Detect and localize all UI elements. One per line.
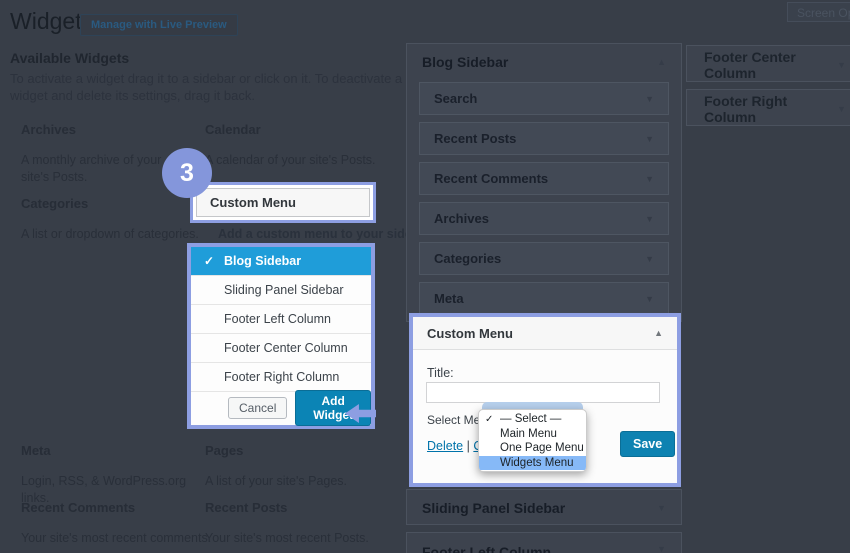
chooser-option-footer-center-column[interactable]: Footer Center Column — [191, 334, 371, 363]
collapse-icon[interactable]: ▲ — [657, 57, 666, 67]
step-3-badge: 3 — [162, 148, 212, 198]
widget-card-meta[interactable]: Meta — [21, 443, 51, 458]
widget-card-custom-menu-description: Add a custom menu to your sidebar. — [218, 227, 434, 241]
widget-card-calendar-description: A calendar of your site's Posts. — [205, 152, 385, 169]
chooser-option-label: Footer Center Column — [224, 341, 348, 355]
expand-icon[interactable]: ▼ — [645, 174, 654, 184]
chooser-option-blog-sidebar[interactable]: ✓ Blog Sidebar — [191, 247, 371, 276]
step-number: 3 — [180, 159, 194, 188]
footer-left-column-header[interactable]: Footer Left Column ▼ — [407, 533, 681, 553]
chooser-option-label: Footer Right Column — [224, 370, 339, 384]
check-icon: ✓ — [204, 254, 224, 268]
dropdown-option-label: One Page Menu — [500, 442, 584, 454]
footer-center-column-header[interactable]: Footer Center Column ▼ — [687, 46, 850, 83]
expand-icon[interactable]: ▼ — [837, 60, 846, 70]
widget-row-title: Categories — [434, 251, 501, 266]
widget-row-title: Recent Posts — [434, 131, 516, 146]
widget-card-archives-description: A monthly archive of your site's Posts. — [21, 152, 181, 186]
widget-row-categories[interactable]: Categories ▼ — [419, 242, 669, 275]
chooser-option-label: Blog Sidebar — [224, 254, 301, 268]
chooser-option-label: Footer Left Column — [224, 312, 331, 326]
dropdown-option-label: — Select — — [500, 413, 561, 425]
save-button[interactable]: Save — [620, 431, 675, 457]
sidebar-chooser: ✓ Blog Sidebar Sliding Panel Sidebar Foo… — [187, 243, 375, 429]
widget-card-recent-comments[interactable]: Recent Comments — [21, 500, 135, 515]
blog-sidebar-panel-header[interactable]: Blog Sidebar ▲ — [407, 44, 681, 79]
add-widget-button[interactable]: Add Widget — [295, 390, 371, 426]
manage-live-preview-button[interactable]: Manage with Live Preview — [80, 14, 238, 36]
link-separator: | — [463, 439, 473, 453]
widget-row-title: Recent Comments — [434, 171, 548, 186]
blog-sidebar-panel: Blog Sidebar ▲ Search ▼ Recent Posts ▼ R… — [406, 43, 682, 322]
collapse-icon[interactable]: ▲ — [654, 328, 663, 338]
custom-menu-panel-header[interactable]: Custom Menu ▲ — [413, 317, 677, 350]
footer-left-column-title: Footer Left Column — [422, 544, 551, 553]
expand-icon[interactable]: ▼ — [645, 214, 654, 224]
widget-row-recent-comments[interactable]: Recent Comments ▼ — [419, 162, 669, 195]
widget-row-title: Search — [434, 91, 477, 106]
dropdown-option-widgets-menu[interactable]: Widgets Menu — [479, 456, 586, 471]
widget-card-recent-comments-description: Your site's most recent comments. — [21, 530, 216, 547]
widget-card-calendar[interactable]: Calendar — [205, 122, 261, 137]
sliding-panel-sidebar-title: Sliding Panel Sidebar — [422, 500, 565, 516]
widget-card-pages-description: A list of your site's Pages. — [205, 473, 390, 490]
widget-card-custom-menu[interactable]: Custom Menu — [190, 182, 376, 223]
screen-options-tab[interactable]: Screen Options — [787, 2, 850, 22]
dropdown-option-main-menu[interactable]: Main Menu — [479, 427, 586, 442]
widget-card-categories[interactable]: Categories — [21, 196, 88, 211]
expand-icon[interactable]: ▼ — [645, 294, 654, 304]
check-icon: ✓ — [485, 414, 500, 425]
sliding-panel-sidebar-header[interactable]: Sliding Panel Sidebar ▼ — [407, 490, 681, 525]
widget-row-recent-posts[interactable]: Recent Posts ▼ — [419, 122, 669, 155]
chooser-option-sliding-panel-sidebar[interactable]: Sliding Panel Sidebar — [191, 276, 371, 305]
widget-card-categories-description: A list or dropdown of categories. — [21, 226, 201, 243]
expand-icon[interactable]: ▼ — [837, 104, 846, 114]
dropdown-option-one-page-menu[interactable]: One Page Menu — [479, 441, 586, 456]
footer-right-column-header[interactable]: Footer Right Column ▼ — [687, 90, 850, 127]
footer-right-column-title: Footer Right Column — [704, 93, 837, 125]
expand-icon[interactable]: ▼ — [657, 544, 666, 553]
footer-left-column-panel: Footer Left Column ▼ — [406, 532, 682, 553]
chooser-option-footer-left-column[interactable]: Footer Left Column — [191, 305, 371, 334]
widget-card-recent-posts[interactable]: Recent Posts — [205, 500, 287, 515]
widget-row-search[interactable]: Search ▼ — [419, 82, 669, 115]
available-widgets-heading: Available Widgets — [10, 50, 129, 66]
chooser-option-footer-right-column[interactable]: Footer Right Column — [191, 363, 371, 392]
widget-row-title: Meta — [434, 291, 464, 306]
title-field-label: Title: — [427, 366, 454, 380]
dropdown-option-label: Widgets Menu — [500, 457, 574, 469]
widget-card-custom-menu-title: Custom Menu — [196, 188, 370, 217]
expand-icon[interactable]: ▼ — [645, 94, 654, 104]
sliding-panel-sidebar-panel: Sliding Panel Sidebar ▼ — [406, 489, 682, 525]
widget-card-archives[interactable]: Archives — [21, 122, 76, 137]
chooser-option-label: Sliding Panel Sidebar — [224, 283, 344, 297]
widget-row-title: Archives — [434, 211, 489, 226]
widget-card-recent-posts-description: Your site's most recent Posts. — [205, 530, 400, 547]
delete-link[interactable]: Delete — [427, 439, 463, 453]
title-input[interactable] — [426, 382, 660, 403]
footer-right-column-panel: Footer Right Column ▼ — [686, 89, 850, 126]
widget-row-archives[interactable]: Archives ▼ — [419, 202, 669, 235]
available-widgets-description: To activate a widget drag it to a sideba… — [10, 70, 408, 104]
dropdown-option-select[interactable]: ✓ — Select — — [479, 412, 586, 427]
widget-row-meta[interactable]: Meta ▼ — [419, 282, 669, 315]
expand-icon[interactable]: ▼ — [657, 503, 666, 513]
chooser-actions: Cancel Add Widget — [191, 392, 371, 424]
blog-sidebar-panel-title: Blog Sidebar — [422, 54, 508, 70]
widget-card-pages[interactable]: Pages — [205, 443, 243, 458]
select-menu-dropdown: ✓ — Select — Main Menu One Page Menu Wid… — [478, 409, 587, 472]
footer-center-column-panel: Footer Center Column ▼ — [686, 45, 850, 82]
expand-icon[interactable]: ▼ — [645, 254, 654, 264]
cancel-button[interactable]: Cancel — [228, 397, 287, 419]
footer-center-column-title: Footer Center Column — [704, 49, 837, 81]
widgets-admin-page: Widgets Manage with Live Preview Screen … — [0, 0, 850, 553]
dropdown-option-label: Main Menu — [500, 428, 557, 440]
custom-menu-panel-title: Custom Menu — [427, 326, 513, 341]
expand-icon[interactable]: ▼ — [645, 134, 654, 144]
